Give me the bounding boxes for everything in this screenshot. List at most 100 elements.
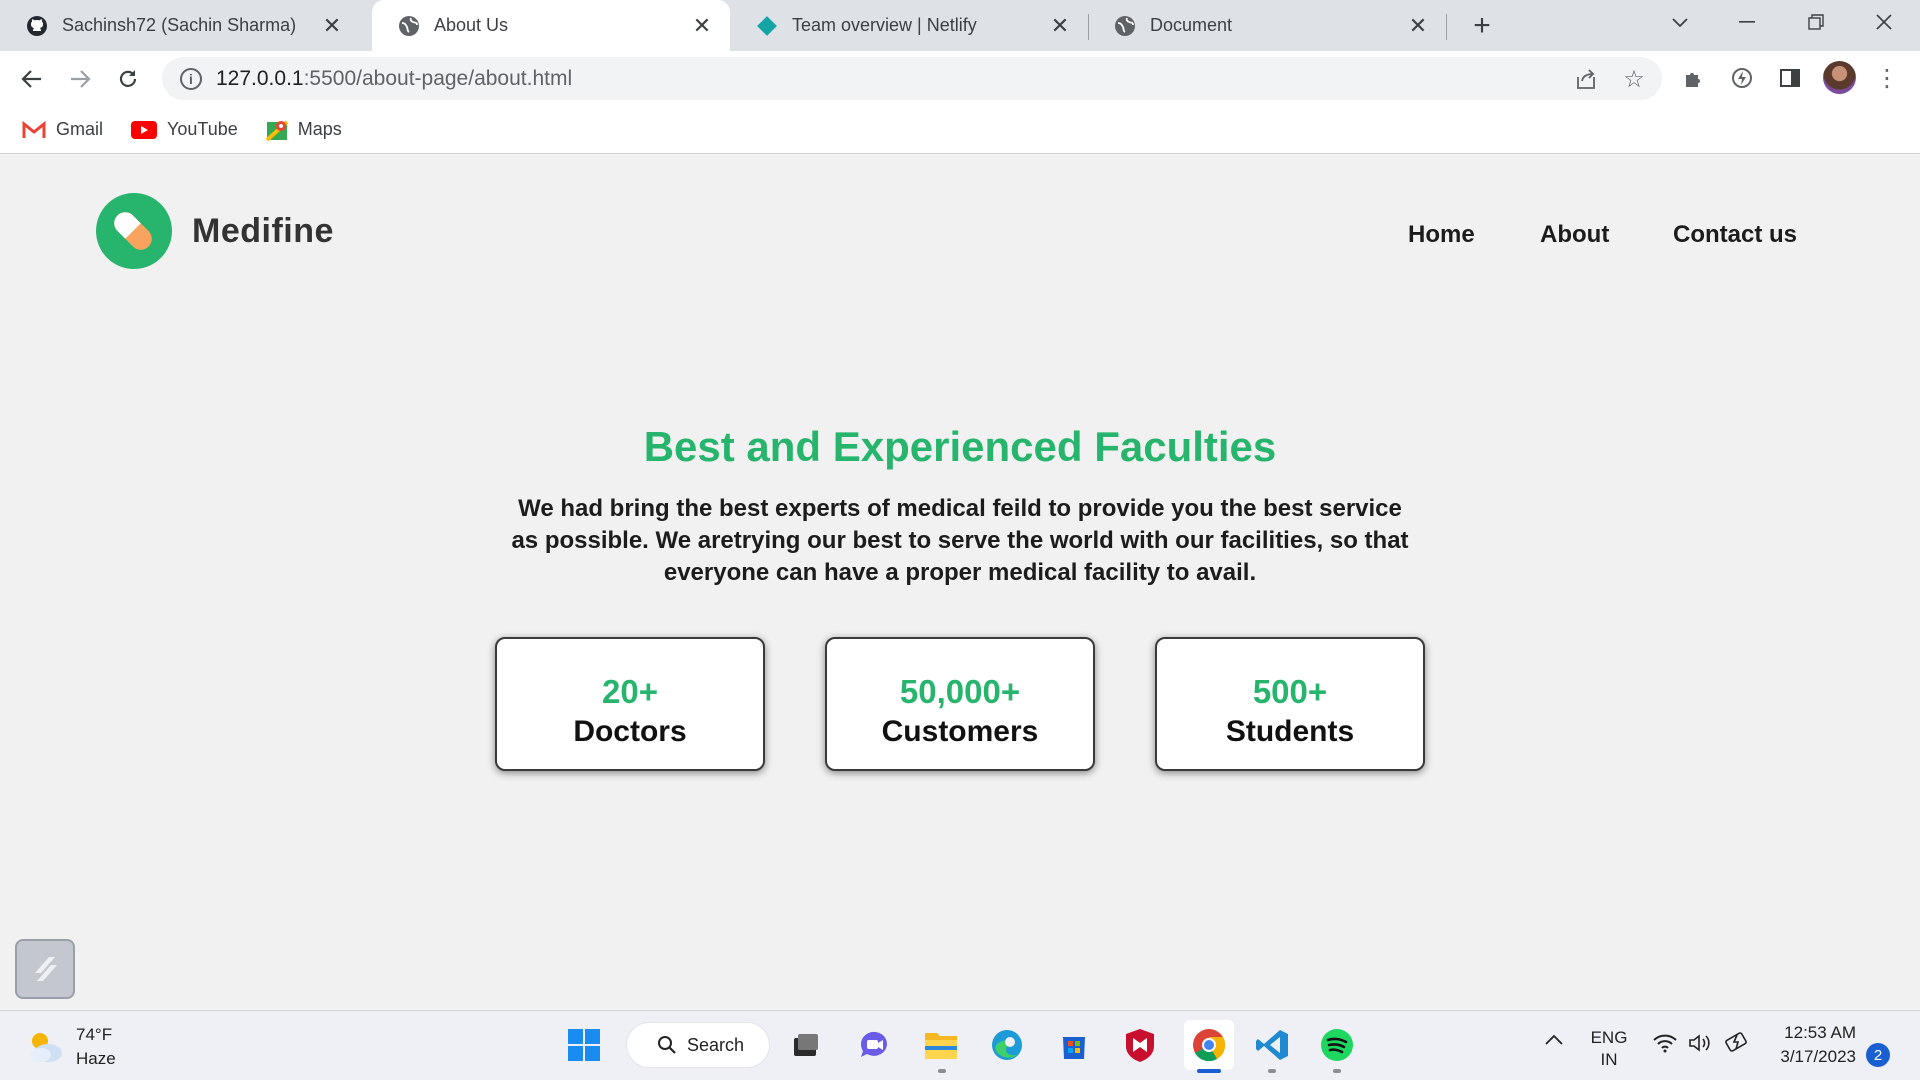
globe-icon	[398, 15, 420, 37]
windows-start-icon[interactable]	[564, 1025, 604, 1065]
mcafee-icon[interactable]	[1120, 1025, 1160, 1065]
stat-label: Doctors	[573, 715, 687, 748]
site-logo[interactable]: Medifine	[96, 193, 334, 269]
tab-strip: Sachinsh72 (Sachin Sharma) ✕ About Us ✕ …	[0, 0, 1920, 51]
running-indicator	[1333, 1069, 1341, 1073]
wifi-icon[interactable]	[1652, 1033, 1678, 1059]
maps-icon	[265, 120, 288, 141]
bookmarks-bar: Gmail YouTube Maps	[0, 106, 1920, 154]
vscode-icon[interactable]	[1252, 1025, 1292, 1065]
tab-netlify[interactable]: Team overview | Netlify ✕	[730, 0, 1088, 51]
close-icon[interactable]: ✕	[1048, 13, 1072, 38]
url-text: 127.0.0.1:5500/about-page/about.html	[216, 67, 572, 91]
system-clock[interactable]: 12:53 AM 3/17/2023	[1770, 1021, 1856, 1069]
clock-date: 3/17/2023	[1780, 1047, 1856, 1066]
bookmark-label: Gmail	[56, 119, 104, 139]
tab-title: About Us	[434, 15, 509, 35]
microsoft-store-icon[interactable]	[1054, 1025, 1094, 1065]
youtube-icon	[131, 120, 158, 139]
pill-logo-icon	[96, 193, 172, 269]
tab-title: Document	[1150, 15, 1233, 35]
battery-charging-icon[interactable]	[1724, 1031, 1750, 1059]
site-info-icon[interactable]: i	[180, 67, 202, 90]
performance-icon[interactable]	[1727, 63, 1757, 93]
running-indicator	[1268, 1069, 1276, 1073]
bookmark-label: YouTube	[167, 119, 238, 139]
tab-search-chevron-icon[interactable]	[1660, 6, 1700, 38]
windows-taskbar: 74°F Haze Search ENG IN 12:53 AM 3/17/20…	[0, 1010, 1920, 1080]
side-panel-icon[interactable]	[1775, 63, 1805, 93]
restore-button[interactable]	[1796, 6, 1836, 38]
bookmark-label: Maps	[297, 119, 342, 139]
taskbar-search[interactable]: Search	[626, 1022, 770, 1068]
tab-github[interactable]: Sachinsh72 (Sachin Sharma) ✕	[0, 0, 360, 51]
stat-label: Customers	[881, 715, 1039, 748]
close-icon[interactable]: ✕	[320, 13, 344, 38]
new-tab-button[interactable]: +	[1466, 9, 1498, 42]
weather-temp: 74°F	[76, 1025, 113, 1044]
section-headline: Best and Experienced Faculties	[643, 423, 1277, 470]
extensions-icon[interactable]	[1679, 63, 1709, 93]
weather-haze-icon	[31, 1033, 62, 1062]
stat-card-doctors: 20+ Doctors	[495, 637, 765, 771]
close-icon[interactable]: ✕	[690, 13, 714, 38]
search-label: Search	[687, 1034, 745, 1055]
floating-app-button[interactable]	[15, 939, 75, 999]
lang-bottom: IN	[1600, 1050, 1618, 1069]
nav-home[interactable]: Home	[1408, 221, 1475, 249]
url-host: 127.0.0.1	[216, 66, 304, 90]
globe-icon	[1114, 15, 1136, 37]
forward-button[interactable]	[62, 61, 98, 97]
teams-chat-icon[interactable]	[854, 1025, 894, 1065]
clock-time: 12:53 AM	[1784, 1023, 1856, 1042]
weather-desc: Haze	[76, 1049, 116, 1068]
reload-button[interactable]	[110, 61, 146, 97]
stat-label: Students	[1225, 715, 1355, 748]
stat-value: 500+	[1252, 673, 1328, 710]
tab-title: Sachinsh72 (Sachin Sharma)	[62, 15, 297, 35]
bookmark-maps[interactable]: Maps	[265, 119, 342, 141]
tab-document[interactable]: Document ✕	[1088, 0, 1446, 51]
chrome-icon[interactable]	[1184, 1020, 1234, 1070]
task-view-icon[interactable]	[786, 1025, 826, 1065]
tab-title: Team overview | Netlify	[792, 15, 977, 35]
search-icon	[658, 1036, 676, 1054]
stat-card-customers: 50,000+ Customers	[825, 637, 1095, 771]
bookmark-youtube[interactable]: YouTube	[131, 119, 238, 140]
address-bar[interactable]: i 127.0.0.1:5500/about-page/about.html ☆	[162, 57, 1662, 100]
spotify-icon[interactable]	[1317, 1025, 1357, 1065]
edge-browser-icon[interactable]	[987, 1025, 1027, 1065]
volume-icon[interactable]	[1688, 1033, 1712, 1059]
nav-about[interactable]: About	[1540, 221, 1609, 249]
close-window-button[interactable]	[1864, 6, 1904, 38]
menu-kebab-icon[interactable]: ⋮	[1872, 63, 1902, 93]
netlify-icon	[756, 15, 778, 37]
stat-value: 20+	[602, 673, 658, 710]
minimize-button[interactable]	[1727, 6, 1767, 38]
github-icon	[26, 15, 48, 37]
active-app-indicator	[1197, 1069, 1221, 1073]
bookmark-gmail[interactable]: Gmail	[22, 119, 103, 140]
back-button[interactable]	[14, 61, 50, 97]
bookmark-star-icon[interactable]: ☆	[1620, 65, 1648, 93]
brand-name: Medifine	[192, 211, 334, 250]
browser-toolbar: i 127.0.0.1:5500/about-page/about.html ☆…	[0, 51, 1920, 106]
show-hidden-icons-chevron[interactable]	[1544, 1031, 1564, 1053]
profile-avatar[interactable]	[1823, 61, 1856, 94]
lang-top: ENG	[1590, 1028, 1628, 1047]
lightning-app-icon	[35, 957, 57, 981]
nav-contact-us[interactable]: Contact us	[1673, 221, 1797, 249]
stat-value: 50,000+	[899, 673, 1021, 710]
close-icon[interactable]: ✕	[1406, 13, 1430, 38]
tab-about-us[interactable]: About Us ✕	[372, 0, 730, 51]
tab-separator	[1446, 14, 1447, 40]
gmail-icon	[22, 120, 46, 138]
page-content: Medifine Home About Contact us Best and …	[0, 155, 1920, 1010]
url-path: :5500/about-page/about.html	[303, 66, 573, 90]
section-intro: We had bring the best experts of medical…	[511, 495, 1409, 586]
notification-badge[interactable]: 2	[1866, 1043, 1890, 1067]
language-indicator[interactable]: ENG IN	[1590, 1027, 1628, 1071]
weather-widget[interactable]: 74°F Haze	[26, 1023, 116, 1071]
share-icon[interactable]	[1572, 65, 1600, 93]
file-explorer-icon[interactable]	[921, 1025, 961, 1065]
